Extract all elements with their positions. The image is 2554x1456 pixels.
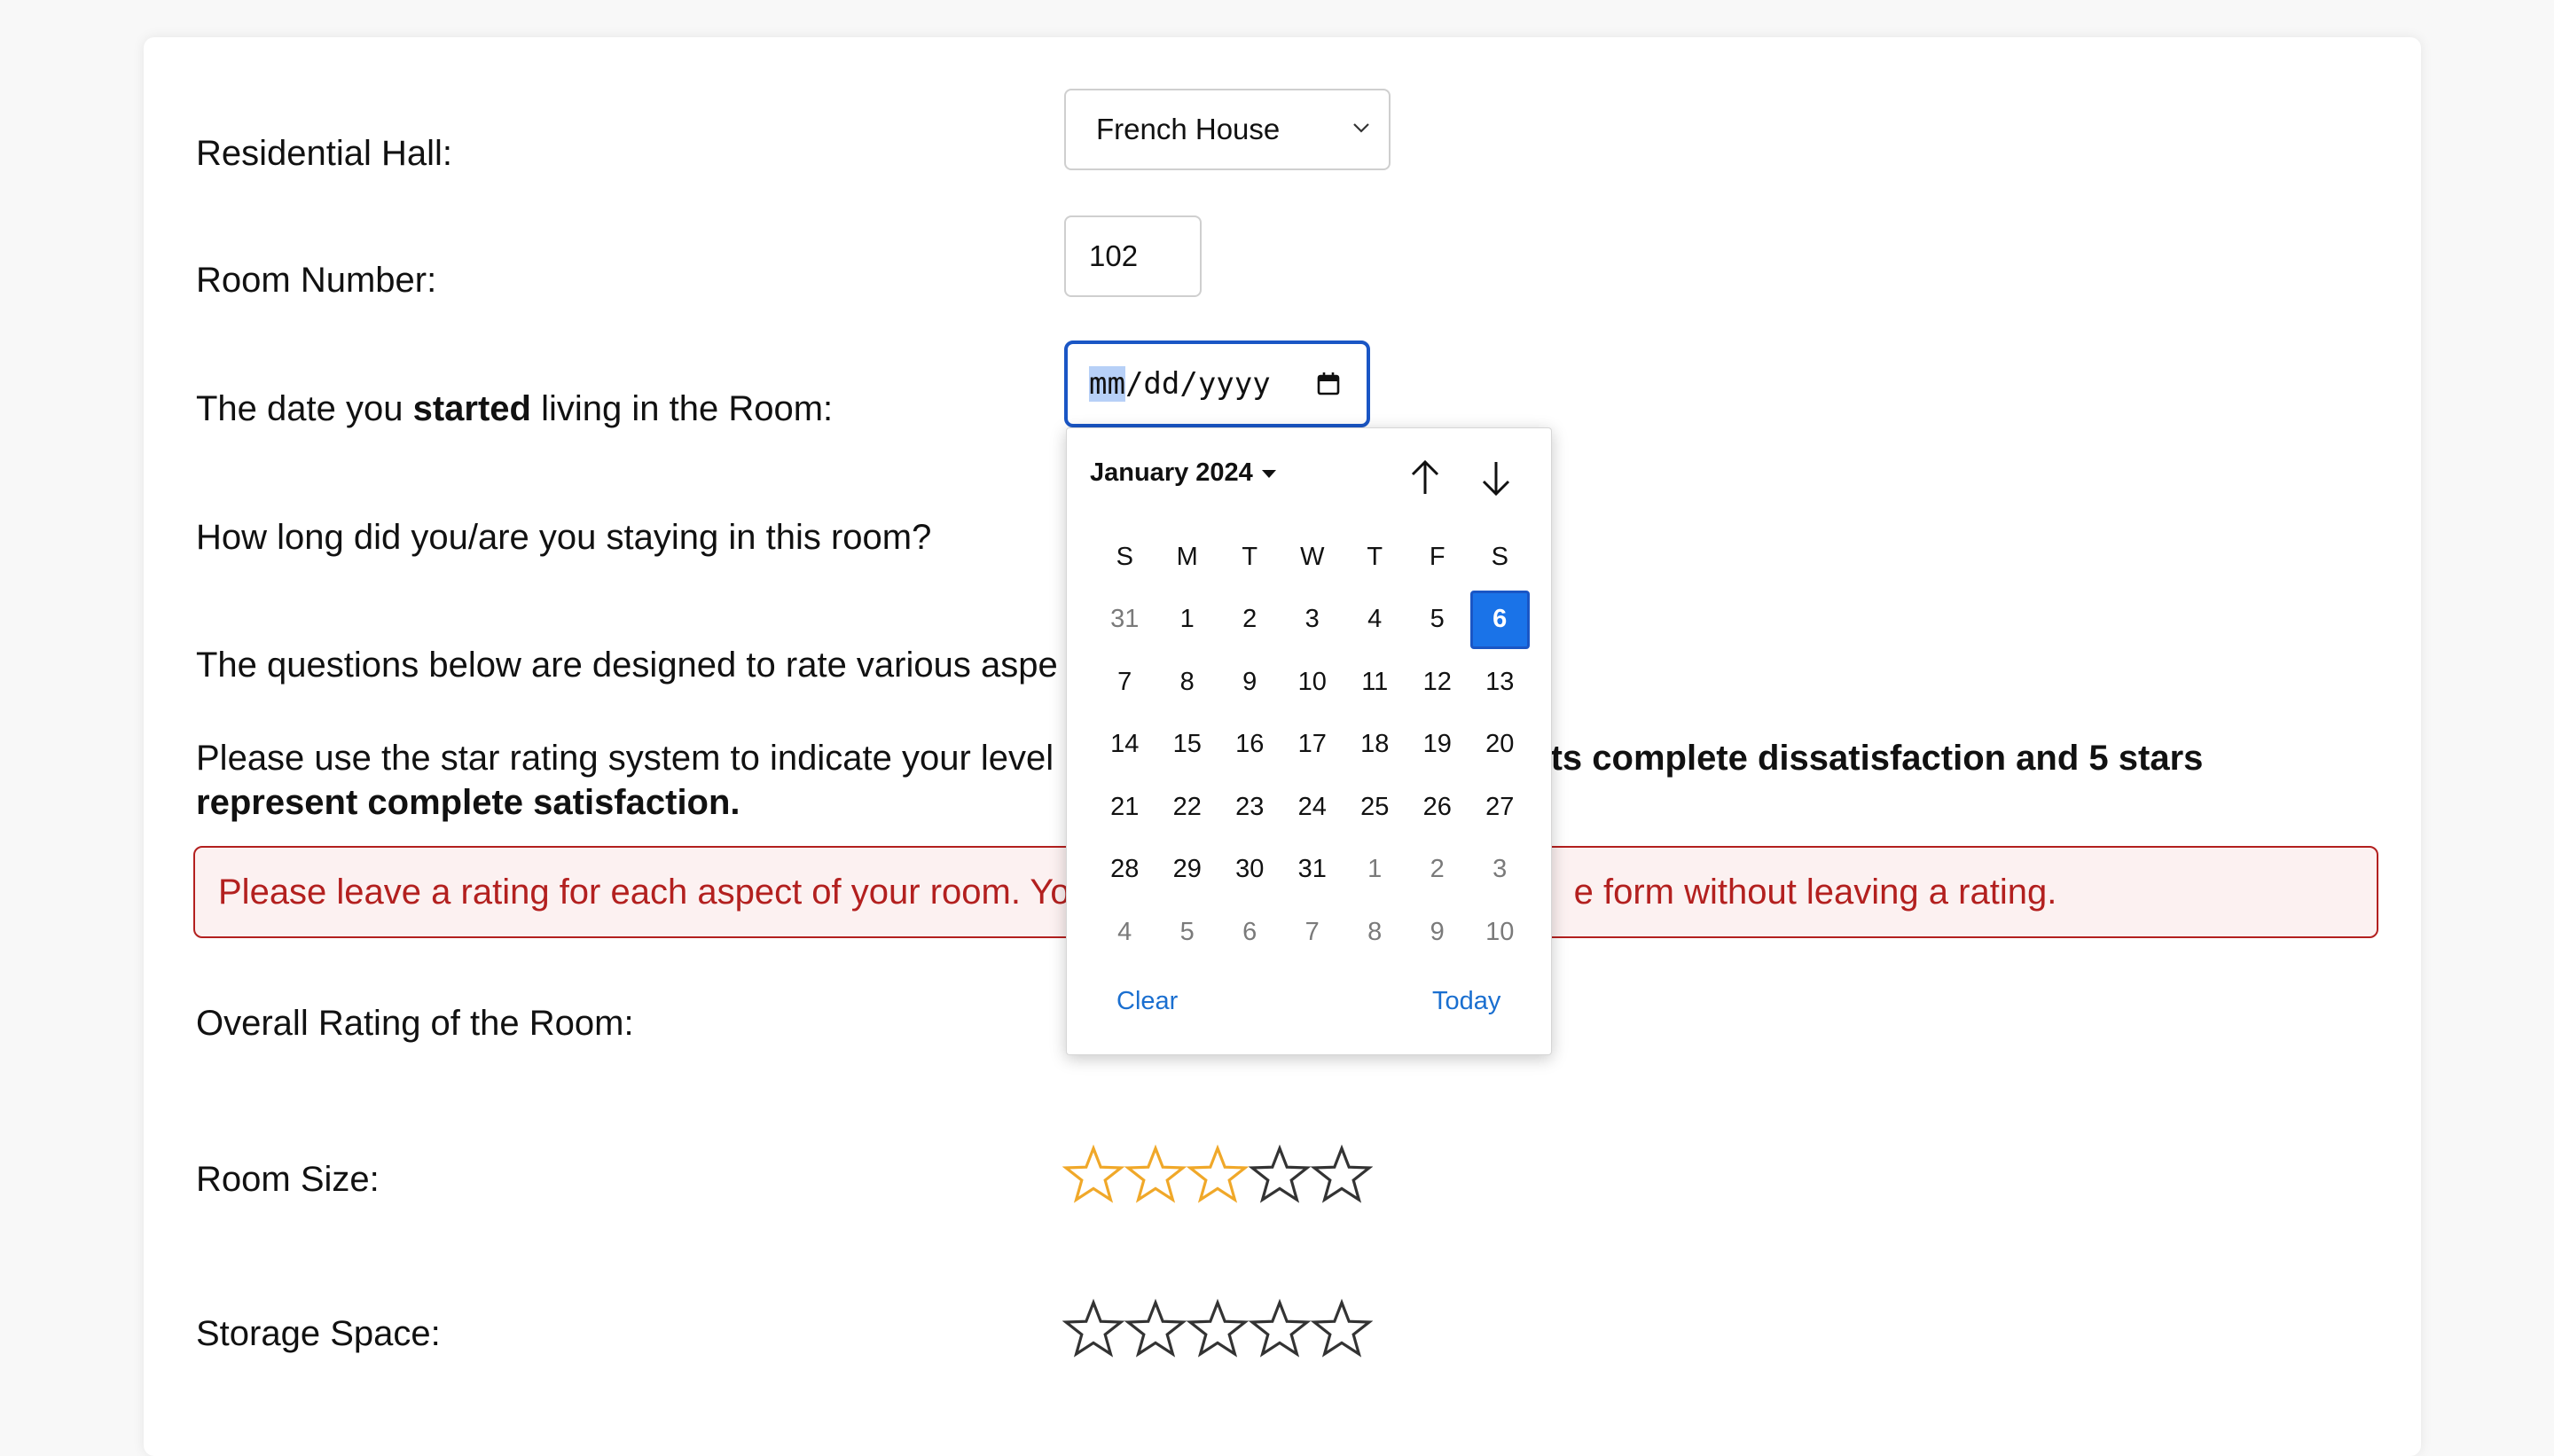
- calendar-day[interactable]: 3: [1469, 839, 1532, 902]
- star-icon[interactable]: [1187, 1144, 1249, 1206]
- weekday-header: M: [1176, 542, 1198, 571]
- start-date-label-post: living in the Room:: [531, 389, 834, 428]
- start-date-label-bold: started: [412, 389, 531, 428]
- calendar-day[interactable]: 7: [1093, 651, 1156, 714]
- weekday-header: T: [1242, 542, 1258, 571]
- start-date-label: The date you started living in the Room:: [196, 387, 833, 430]
- calendar-day[interactable]: 9: [1406, 901, 1469, 964]
- calendar-day[interactable]: 25: [1344, 776, 1406, 839]
- calendar-day[interactable]: 28: [1093, 839, 1156, 902]
- arrow-down-icon[interactable]: [1475, 457, 1517, 499]
- residential-hall-value: French House: [1096, 113, 1281, 145]
- star-icon[interactable]: [1124, 1298, 1187, 1360]
- calendar-day[interactable]: 13: [1469, 651, 1532, 714]
- calendar-day[interactable]: 20: [1469, 714, 1532, 777]
- storage-space-label: Storage Space:: [196, 1314, 441, 1353]
- calendar-day[interactable]: 5: [1156, 901, 1219, 964]
- calendar-day[interactable]: 8: [1344, 901, 1406, 964]
- instructions-text-pre: Please use the star rating system to ind…: [196, 739, 1054, 778]
- calendar-day[interactable]: 4: [1344, 589, 1406, 652]
- date-month-segment[interactable]: mm: [1089, 366, 1125, 402]
- calendar-day[interactable]: 9: [1218, 651, 1281, 714]
- calendar-day[interactable]: 19: [1406, 714, 1469, 777]
- calendar-day[interactable]: 6: [1218, 901, 1281, 964]
- chevron-down-icon: [1353, 123, 1369, 133]
- star-icon[interactable]: [1187, 1298, 1249, 1360]
- calendar-day[interactable]: 2: [1218, 589, 1281, 652]
- calendar-day[interactable]: 23: [1218, 776, 1281, 839]
- star-icon[interactable]: [1062, 1298, 1124, 1360]
- star-icon[interactable]: [1124, 1144, 1187, 1206]
- calendar-day[interactable]: 4: [1093, 901, 1156, 964]
- weekday-header: S: [1116, 542, 1133, 571]
- weekday-header: S: [1491, 542, 1508, 571]
- calendar-day[interactable]: 22: [1156, 776, 1219, 839]
- error-text-pre: Please leave a rating for each aspect of…: [218, 873, 1070, 912]
- room-number-input[interactable]: 102: [1064, 215, 1202, 297]
- calendar-day[interactable]: 31: [1281, 839, 1344, 902]
- start-date-input[interactable]: mm/dd/yyyy: [1064, 341, 1370, 427]
- star-icon[interactable]: [1311, 1144, 1373, 1206]
- clear-button[interactable]: Clear: [1116, 987, 1178, 1016]
- weekday-header: W: [1300, 542, 1325, 571]
- month-year-label: January 2024: [1090, 458, 1253, 487]
- calendar-day[interactable]: 2: [1406, 839, 1469, 902]
- star-icon[interactable]: [1062, 1144, 1124, 1206]
- calendar-day[interactable]: 10: [1281, 651, 1344, 714]
- weekday-header: T: [1367, 542, 1383, 571]
- duration-label: How long did you/are you staying in this…: [196, 518, 932, 557]
- error-text-post: e form without leaving a rating.: [1573, 873, 2057, 912]
- calendar-day[interactable]: 1: [1344, 839, 1406, 902]
- star-icon[interactable]: [1249, 1144, 1311, 1206]
- storage-space-stars[interactable]: [1062, 1298, 1373, 1360]
- star-icon[interactable]: [1311, 1298, 1373, 1360]
- room-size-label: Room Size:: [196, 1160, 380, 1199]
- start-date-label-pre: The date you: [196, 389, 413, 428]
- residential-hall-label: Residential Hall:: [196, 134, 453, 173]
- calendar-icon[interactable]: [1315, 371, 1342, 397]
- calendar-day[interactable]: 1: [1156, 589, 1219, 652]
- calendar-day[interactable]: 16: [1218, 714, 1281, 777]
- room-number-label: Room Number:: [196, 261, 437, 300]
- overall-rating-label: Overall Rating of the Room:: [196, 1004, 634, 1043]
- calendar-grid: S M T W T F S 31 1 2 3 4 5 6 7 8 9 10 11 12 13 14 15 16 17 18 19 20…: [1093, 526, 1532, 964]
- calendar-day[interactable]: 18: [1344, 714, 1406, 777]
- room-size-stars[interactable]: [1062, 1144, 1373, 1206]
- calendar-day[interactable]: 29: [1156, 839, 1219, 902]
- calendar-day[interactable]: 15: [1156, 714, 1219, 777]
- arrow-up-icon[interactable]: [1404, 457, 1446, 499]
- calendar-day[interactable]: 12: [1406, 651, 1469, 714]
- calendar-day[interactable]: 24: [1281, 776, 1344, 839]
- today-button[interactable]: Today: [1432, 987, 1500, 1016]
- calendar-day[interactable]: 21: [1093, 776, 1156, 839]
- month-year-selector[interactable]: January 2024: [1090, 458, 1276, 488]
- calendar-day[interactable]: 14: [1093, 714, 1156, 777]
- calendar-day[interactable]: 10: [1469, 901, 1532, 964]
- calendar-day[interactable]: 5: [1406, 589, 1469, 652]
- calendar-day[interactable]: 11: [1344, 651, 1406, 714]
- date-rest-segments[interactable]: /dd/yyyy: [1125, 366, 1271, 402]
- star-icon[interactable]: [1249, 1298, 1311, 1360]
- residential-hall-select[interactable]: French House: [1064, 89, 1391, 170]
- date-picker-popup: January 2024 S M T W T F S 31 1 2 3 4 5 6 7 8 9 10 11 12 13 1…: [1066, 427, 1552, 1055]
- weekday-header: F: [1429, 542, 1445, 571]
- calendar-day[interactable]: 26: [1406, 776, 1469, 839]
- calendar-day[interactable]: 6: [1470, 590, 1530, 649]
- calendar-day[interactable]: 7: [1281, 901, 1344, 964]
- calendar-day[interactable]: 8: [1156, 651, 1219, 714]
- calendar-day[interactable]: 3: [1281, 589, 1344, 652]
- caret-down-icon: [1261, 469, 1276, 478]
- calendar-day[interactable]: 17: [1281, 714, 1344, 777]
- calendar-day[interactable]: 31: [1093, 589, 1156, 652]
- calendar-day[interactable]: 27: [1469, 776, 1532, 839]
- intro-text: The questions below are designed to rate…: [196, 646, 1058, 685]
- calendar-day[interactable]: 30: [1218, 839, 1281, 902]
